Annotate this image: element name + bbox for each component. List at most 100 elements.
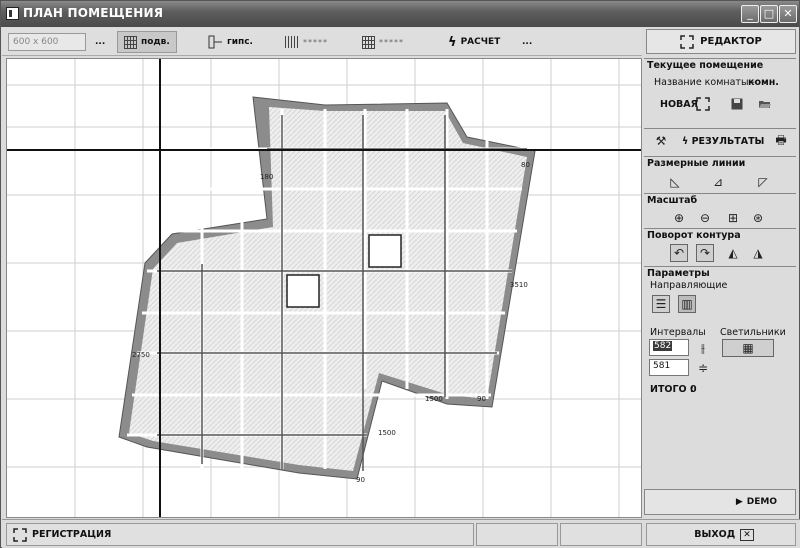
zoom-out-icon: ⊖ — [699, 211, 711, 225]
zoom-window-icon: ⊞ — [727, 211, 739, 225]
demo-button[interactable]: ▶ DEMO — [644, 489, 796, 515]
dim-line-icon: ◺ — [670, 175, 680, 189]
current-room-section: Текущее помещение Название комнаты - ком… — [644, 58, 796, 128]
dim-label: 90 — [356, 476, 365, 484]
room-floor — [129, 107, 527, 471]
light-fixture — [286, 274, 320, 308]
rotate-right-button[interactable]: ↷ — [696, 244, 714, 262]
app-icon — [6, 7, 19, 20]
calculate-label: РАСЧЕТ — [460, 37, 501, 47]
subfloor-button[interactable]: подв. — [117, 31, 177, 53]
rotate-left-icon: ↶ — [673, 246, 685, 260]
light-fixture-icon: ▦ — [742, 341, 754, 355]
register-icon — [13, 527, 27, 542]
dim-label: 1500 — [425, 395, 443, 403]
app-window: ПЛАН ПОМЕЩЕНИЯ _ □ ✕ 600 x 600 ... подв.… — [0, 0, 800, 548]
dim-lines-title: Размерные линии — [647, 158, 746, 169]
minimize-button[interactable]: _ — [741, 5, 759, 23]
flip-button-1[interactable]: ◭ — [724, 244, 742, 262]
maximize-button[interactable]: □ — [760, 5, 778, 23]
dim-label: 2750 — [132, 351, 150, 359]
scale-section: Масштаб ⊕ ⊖ ⊞ ⊛ — [644, 193, 796, 228]
dim-line-icon: ◸ — [758, 175, 768, 189]
interval-2-icon-button[interactable]: ≑ — [694, 359, 712, 377]
dim-line-button-2[interactable]: ⊿ — [709, 173, 727, 191]
interval-1-value: 582 — [653, 341, 673, 351]
play-icon: ▶ — [735, 497, 743, 507]
new-room-label: НОВАЯ — [660, 99, 698, 110]
parameters-section: Параметры Направляющие ☰ ▥ Интервалы Све… — [644, 266, 796, 488]
drywall-button[interactable]: гипс. — [207, 31, 253, 53]
print-button[interactable]: 🖶 — [772, 132, 790, 150]
dim-label: 90 — [477, 395, 486, 403]
new-room-button[interactable] — [694, 95, 712, 113]
open-button[interactable] — [756, 95, 774, 113]
exit-label: ВЫХОД — [694, 529, 736, 540]
plan-canvas[interactable]: 180 80 3510 1500 90 1500 90 2750 — [6, 58, 642, 518]
intervals-label: Интервалы — [650, 327, 706, 338]
rotate-left-button[interactable]: ↶ — [670, 244, 688, 262]
grid-icon — [124, 35, 137, 49]
drywall-label: гипс. — [227, 37, 253, 47]
interval-1-icon-button[interactable]: ⫲ — [694, 339, 712, 357]
right-panel: Текущее помещение Название комнаты - ком… — [644, 58, 796, 488]
print-icon: 🖶 — [775, 132, 787, 147]
title-bar: ПЛАН ПОМЕЩЕНИЯ _ □ ✕ — [1, 1, 799, 27]
register-label: РЕГИСТРАЦИЯ — [32, 529, 112, 540]
results-button[interactable]: ϟ РЕЗУЛЬТАТЫ — [682, 136, 764, 147]
flip-button-2[interactable]: ◮ — [749, 244, 767, 262]
zoom-in-button[interactable]: ⊕ — [670, 209, 688, 227]
horizontal-guides-icon: ☰ — [655, 297, 667, 311]
more-button[interactable]: ... — [522, 31, 532, 53]
tools-button[interactable]: ⚒ — [652, 132, 670, 150]
total-value: 0 — [690, 384, 697, 395]
save-button[interactable] — [728, 95, 746, 113]
guides-grid-button[interactable]: ***** — [362, 31, 404, 53]
status-bar: РЕГИСТРАЦИЯ ВЫХОД ✕ — [2, 519, 800, 548]
exit-button[interactable]: ВЫХОД ✕ — [646, 523, 796, 546]
room-name-value[interactable]: комн. — [748, 77, 779, 88]
calculate-button[interactable]: ϟ РАСЧЕТ — [448, 31, 500, 53]
dimension-lines-section: Размерные линии ◺ ⊿ ◸ — [644, 156, 796, 193]
interval-2-input[interactable]: 581 — [649, 359, 689, 376]
editor-icon — [680, 34, 694, 49]
zoom-window-button[interactable]: ⊞ — [724, 209, 742, 227]
dim-label: 3510 — [510, 281, 528, 289]
interval-1-input[interactable]: 582 — [649, 339, 689, 356]
tile-size-field[interactable]: 600 x 600 — [8, 33, 86, 51]
zoom-fit-icon: ⊛ — [752, 211, 764, 225]
horizontal-spacing-icon: ≑ — [697, 361, 709, 375]
flip-icon: ◭ — [728, 246, 738, 260]
scale-title: Масштаб — [647, 195, 698, 206]
guides-vertical-button[interactable]: ***** — [285, 31, 328, 53]
current-room-title: Текущее помещение — [647, 60, 764, 71]
lights-button[interactable]: ▦ — [722, 339, 774, 357]
room-name-label: Название комнаты - — [654, 77, 755, 88]
guides-vertical-toggle[interactable]: ▥ — [678, 295, 696, 313]
zoom-out-button[interactable]: ⊖ — [696, 209, 714, 227]
dim-label: 1500 — [378, 429, 396, 437]
light-fixture — [368, 234, 402, 268]
folder-open-icon — [759, 101, 771, 108]
status-cell-1 — [476, 523, 558, 546]
vertical-lines-icon — [285, 36, 299, 48]
editor-button[interactable]: РЕДАКТОР — [646, 29, 796, 54]
room-plan-drawing: 180 80 3510 1500 90 1500 90 2750 — [7, 59, 641, 517]
more2-label: ... — [522, 37, 533, 47]
rotate-title: Поворот контура — [647, 230, 741, 241]
zoom-in-icon: ⊕ — [673, 211, 685, 225]
register-button[interactable]: РЕГИСТРАЦИЯ — [6, 523, 474, 546]
zoom-fit-button[interactable]: ⊛ — [749, 209, 767, 227]
lights-label: Светильники — [720, 327, 786, 338]
new-room-icon — [696, 97, 710, 111]
tools-icon: ⚒ — [655, 134, 667, 148]
guides-horizontal-button[interactable]: ☰ — [652, 295, 670, 313]
tile-size-more-button[interactable]: ... — [95, 31, 105, 53]
rotate-right-icon: ↷ — [699, 246, 711, 260]
dim-line-button-1[interactable]: ◺ — [666, 173, 684, 191]
dim-line-button-3[interactable]: ◸ — [754, 173, 772, 191]
results-label: РЕЗУЛЬТАТЫ — [691, 136, 765, 147]
window-title: ПЛАН ПОМЕЩЕНИЯ — [23, 6, 164, 20]
grid-lines-icon — [362, 35, 375, 49]
close-button[interactable]: ✕ — [779, 5, 797, 23]
